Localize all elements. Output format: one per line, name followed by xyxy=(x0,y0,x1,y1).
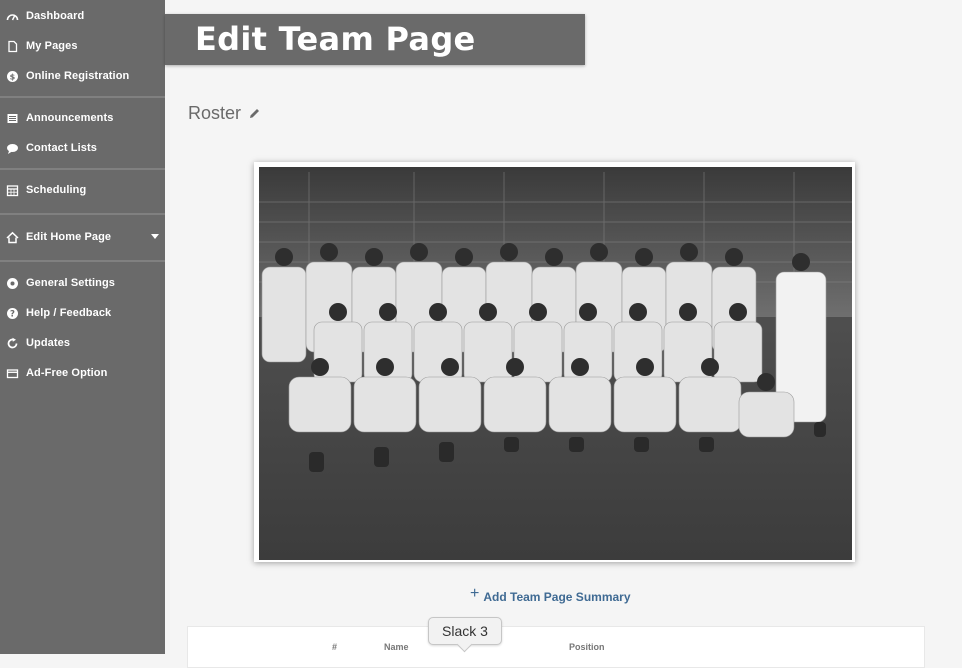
sidebar: Dashboard My Pages $ Online Registration… xyxy=(0,0,165,654)
sidebar-item-label: Updates xyxy=(26,337,71,349)
sidebar-item-general-settings[interactable]: General Settings xyxy=(0,268,165,298)
sidebar-item-dashboard[interactable]: Dashboard xyxy=(0,1,165,31)
roster-header: Roster xyxy=(188,103,261,124)
card-icon xyxy=(6,367,19,380)
sidebar-item-label: Online Registration xyxy=(26,70,130,82)
sidebar-item-help-feedback[interactable]: ? Help / Feedback xyxy=(0,298,165,328)
sidebar-item-scheduling[interactable]: Scheduling xyxy=(0,175,165,205)
add-team-page-summary-link[interactable]: + Add Team Page Summary xyxy=(470,585,631,605)
main-content: Edit Team Page Roster + Add Team Page Su… xyxy=(165,0,962,668)
team-photo-image xyxy=(259,167,852,560)
sidebar-item-my-pages[interactable]: My Pages xyxy=(0,31,165,61)
page-title: Edit Team Page xyxy=(195,20,476,58)
sidebar-item-label: General Settings xyxy=(26,277,116,289)
tooltip: Slack 3 xyxy=(428,617,502,645)
nav-group-scheduling: Scheduling xyxy=(0,170,165,215)
sidebar-item-ad-free-option[interactable]: Ad-Free Option xyxy=(0,358,165,388)
column-header-number[interactable]: # xyxy=(332,642,337,652)
column-header-name[interactable]: Name xyxy=(384,642,409,652)
sidebar-item-label: My Pages xyxy=(26,40,78,52)
chevron-down-icon[interactable] xyxy=(151,234,159,239)
dashboard-icon xyxy=(6,10,19,23)
roster-title: Roster xyxy=(188,103,242,123)
add-team-page-summary-label: Add Team Page Summary xyxy=(483,590,631,604)
page-title-banner: Edit Team Page xyxy=(165,14,585,65)
sidebar-item-updates[interactable]: Updates xyxy=(0,328,165,358)
team-photo[interactable] xyxy=(254,162,855,562)
home-icon xyxy=(6,231,19,244)
question-icon: ? xyxy=(6,307,19,320)
sidebar-item-label: Dashboard xyxy=(26,10,85,22)
sidebar-item-label: Ad-Free Option xyxy=(26,367,108,379)
sidebar-item-label: Help / Feedback xyxy=(26,307,112,319)
newspaper-icon xyxy=(6,112,19,125)
sidebar-item-contact-lists[interactable]: Contact Lists xyxy=(0,133,165,163)
pencil-icon[interactable] xyxy=(248,107,261,120)
nav-group-main: Dashboard My Pages $ Online Registration xyxy=(0,0,165,98)
sidebar-item-edit-home-page[interactable]: Edit Home Page xyxy=(0,222,165,252)
dollar-icon: $ xyxy=(6,70,19,83)
nav-group-communication: Announcements Contact Lists xyxy=(0,98,165,170)
sidebar-item-label: Announcements xyxy=(26,112,114,124)
nav-group-home: Edit Home Page xyxy=(0,215,165,262)
svg-text:$: $ xyxy=(10,72,16,81)
sidebar-item-label: Contact Lists xyxy=(26,142,97,154)
chat-bubble-icon xyxy=(6,142,19,155)
page-icon xyxy=(6,40,19,53)
plus-icon: + xyxy=(470,584,480,602)
gear-icon xyxy=(6,277,19,290)
nav-group-settings: General Settings ? Help / Feedback Updat… xyxy=(0,262,165,388)
calendar-icon xyxy=(6,184,19,197)
column-header-position[interactable]: Position xyxy=(569,642,605,652)
sidebar-item-online-registration[interactable]: $ Online Registration xyxy=(0,61,165,91)
refresh-icon xyxy=(6,337,19,350)
svg-text:?: ? xyxy=(10,309,15,319)
sidebar-item-announcements[interactable]: Announcements xyxy=(0,103,165,133)
roster-table: # Name Position xyxy=(187,626,925,668)
sidebar-item-label: Scheduling xyxy=(26,184,87,196)
sidebar-item-label: Edit Home Page xyxy=(26,231,112,243)
